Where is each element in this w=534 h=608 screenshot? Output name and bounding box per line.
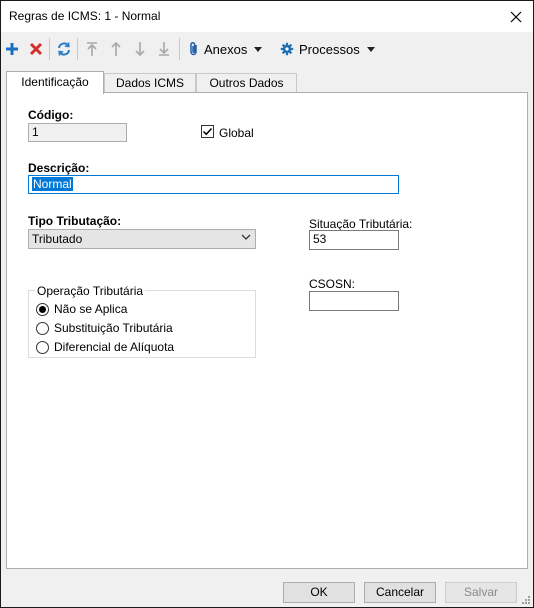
move-last-button[interactable] (157, 39, 171, 59)
save-button[interactable]: Salvar (445, 582, 517, 603)
anexos-label: Anexos (204, 41, 248, 57)
radio-label: Substituição Tributária (54, 321, 173, 335)
descricao-value: Normal (32, 177, 73, 191)
situacao-tributaria-label: Situação Tributária: (309, 217, 413, 231)
descricao-label: Descrição: (28, 161, 90, 175)
global-checkbox[interactable] (201, 125, 214, 138)
title-bar: Regras de ICMS: 1 - Normal (1, 1, 533, 32)
toolbar-separator (49, 38, 50, 60)
operacao-tributaria-legend: Operação Tributária (35, 284, 146, 298)
codigo-field[interactable]: 1 (28, 123, 127, 142)
chevron-down-icon (241, 234, 251, 240)
anexos-menu-button[interactable]: Anexos (189, 39, 263, 59)
csosn-field[interactable] (309, 291, 399, 311)
processos-label: Processos (299, 41, 360, 57)
processos-menu-button[interactable]: Processos (280, 39, 375, 59)
tab-dados-icms[interactable]: Dados ICMS (104, 73, 196, 93)
close-button[interactable] (499, 1, 533, 32)
tipo-tributacao-label: Tipo Tributação: (28, 214, 122, 228)
toolbar-separator (77, 38, 78, 60)
plus-icon (6, 43, 18, 55)
arrow-down-icon (135, 42, 145, 57)
tipo-tributacao-select[interactable]: Tributado (28, 229, 256, 249)
move-down-button[interactable] (133, 39, 147, 59)
delete-button[interactable] (29, 39, 43, 59)
situacao-tributaria-field[interactable]: 53 (309, 230, 399, 250)
ok-button[interactable]: OK (283, 582, 355, 603)
dialog-window: Regras de ICMS: 1 - Normal Anexos Proces… (0, 0, 534, 608)
tab-identificacao[interactable]: Identificação (6, 71, 104, 94)
refresh-icon (58, 42, 70, 56)
radio-button[interactable] (36, 340, 49, 354)
arrow-to-top-icon (87, 42, 97, 56)
window-title: Regras de ICMS: 1 - Normal (9, 9, 161, 23)
radio-button[interactable] (36, 321, 49, 335)
caret-down-icon (366, 46, 375, 52)
tab-outros-dados[interactable]: Outros Dados (196, 73, 297, 93)
resize-grip-icon[interactable] (521, 595, 531, 605)
arrow-to-bottom-icon (159, 42, 169, 56)
radio-label: Não se Aplica (54, 302, 128, 316)
radio-nao-se-aplica[interactable]: Não se Aplica (36, 301, 127, 317)
global-label[interactable]: Global (219, 126, 254, 140)
add-button[interactable] (5, 39, 19, 59)
x-icon (29, 42, 43, 56)
tipo-tributacao-value: Tributado (32, 232, 83, 246)
gear-icon (280, 42, 294, 56)
toolbar: Anexos Processos (1, 32, 533, 65)
radio-label: Diferencial de Alíquota (54, 340, 175, 354)
csosn-label: CSOSN: (309, 277, 356, 291)
move-up-button[interactable] (109, 39, 123, 59)
refresh-button[interactable] (56, 39, 72, 59)
caret-down-icon (254, 46, 263, 52)
toolbar-separator (179, 38, 180, 60)
move-first-button[interactable] (85, 39, 99, 59)
radio-diferencial-aliquota[interactable]: Diferencial de Alíquota (36, 339, 174, 355)
descricao-field[interactable]: Normal (28, 175, 399, 194)
close-icon (510, 11, 522, 22)
radio-substituicao-tributaria[interactable]: Substituição Tributária (36, 320, 173, 336)
check-icon (202, 127, 213, 136)
tab-panel-identificacao: Código: 1 Global Descrição: Normal Tipo … (6, 92, 528, 569)
codigo-label: Código: (28, 108, 74, 122)
paperclip-icon (190, 41, 197, 56)
operacao-tributaria-group: Operação Tributária Não se Aplica Substi… (28, 284, 256, 358)
arrow-up-icon (111, 41, 121, 56)
cancel-button[interactable]: Cancelar (364, 582, 436, 603)
radio-button[interactable] (36, 302, 49, 316)
